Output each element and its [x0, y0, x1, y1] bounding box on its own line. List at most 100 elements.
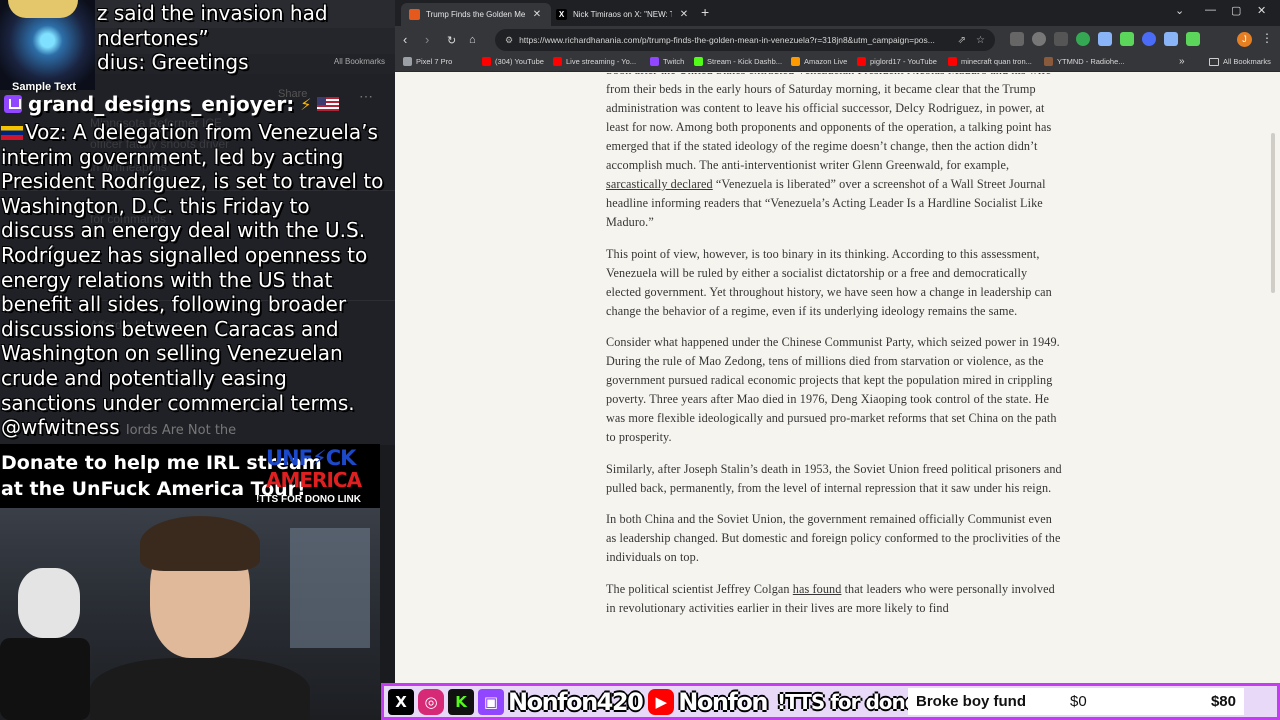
page-content: Soon after the United States extracted V…: [395, 73, 1280, 720]
maximize-icon[interactable]: ▢: [1231, 4, 1241, 17]
article-link[interactable]: sarcastically declared: [606, 177, 713, 191]
extensions-puzzle-icon[interactable]: [1164, 32, 1178, 46]
chat-line: energy relations with the US that: [1, 267, 333, 292]
bookmark-item[interactable]: Twitch: [650, 57, 684, 66]
webcam-window: [290, 528, 370, 648]
bookmark-label: piglord17 - YouTube: [870, 57, 937, 66]
tab-x-post[interactable]: X Nick Timiraos on X: "NEW: Trum ✕: [548, 3, 698, 26]
page-scrollbar[interactable]: [1271, 133, 1275, 293]
amazon-icon: [791, 57, 800, 66]
x-icon: X: [388, 688, 414, 715]
socials-row: X ◎ K ▣ Nonfon420 ▶ Nonfon !TTS for dono…: [384, 686, 962, 717]
toolbar: ‹ › ↻ ⌂ ⚙ https://www.richardhanania.com…: [395, 26, 1280, 54]
tab-search-icon[interactable]: ⌄: [1175, 4, 1184, 17]
chat-message-body: Voz: A delegation from Venezuela’s inter…: [1, 120, 393, 444]
kick-icon: K: [448, 688, 474, 715]
bookmark-item[interactable]: piglord17 - YouTube: [857, 57, 937, 66]
ghost-more-icon: ⋯: [359, 88, 373, 104]
menu-icon[interactable]: ⋮: [1261, 31, 1273, 45]
goal-label: Broke boy fund: [916, 693, 1027, 710]
article-paragraph: Soon after the United States extracted V…: [606, 73, 1064, 232]
back-icon[interactable]: ‹: [403, 32, 407, 47]
stream-overlay: All Bookmarks Share ⋯ Minnesota Reformer…: [0, 0, 395, 720]
bookmark-item[interactable]: (304) YouTube: [482, 57, 544, 66]
bookmark-label: minecraft quan tron...: [961, 57, 1032, 66]
profile-avatar[interactable]: J: [1237, 32, 1252, 47]
browser-window: Trump Finds the Golden Mean ✕ X Nick Tim…: [395, 0, 1280, 720]
avatar-hair: [8, 0, 78, 18]
unfuck-america-logo: UNF⚡CK AMERICA: [266, 446, 378, 492]
extension-icon[interactable]: [1032, 32, 1046, 46]
phone-icon: [403, 57, 412, 66]
extension-icon[interactable]: [1054, 32, 1068, 46]
twitch-icon: [4, 95, 22, 113]
chat-previous-messages: z said the invasion had ndertones” dius:…: [97, 1, 393, 75]
extension-icon[interactable]: [1098, 32, 1112, 46]
bookmark-label: Amazon Live: [804, 57, 848, 66]
all-bookmarks-button[interactable]: All Bookmarks: [1209, 57, 1271, 66]
youtube-icon: ▶: [648, 688, 675, 715]
grammarly-icon[interactable]: [1076, 32, 1090, 46]
new-tab-button[interactable]: +: [701, 4, 709, 20]
extension-icon[interactable]: [1010, 32, 1024, 46]
reload-icon[interactable]: ↻: [447, 34, 456, 47]
tab-article[interactable]: Trump Finds the Golden Mean ✕: [401, 3, 551, 26]
bookmark-item[interactable]: Stream - Kick Dashb...: [694, 57, 782, 66]
twitch-icon: [650, 57, 659, 66]
close-window-icon[interactable]: ✕: [1257, 4, 1266, 17]
chat-line: interim government, led by acting: [1, 144, 344, 169]
site-info-icon[interactable]: ⚙: [505, 35, 513, 46]
tab-title: Nick Timiraos on X: "NEW: Trum: [573, 10, 672, 19]
chat-line: crude and potentially easing: [1, 365, 287, 390]
paragraph-text: The political scientist Jeffrey Colgan: [606, 581, 793, 596]
close-icon[interactable]: ✕: [678, 9, 690, 20]
youtube-icon: [948, 57, 957, 66]
goal-target: $80: [1210, 693, 1236, 710]
tab-title: Trump Finds the Golden Mean: [426, 10, 525, 19]
bookmarks-overflow-icon[interactable]: »: [1179, 56, 1185, 67]
bookmark-item[interactable]: Live streaming - Yo...: [553, 57, 636, 66]
lab-icon[interactable]: [1186, 32, 1200, 46]
minimize-icon[interactable]: —: [1205, 4, 1216, 16]
extension-icon[interactable]: [1142, 32, 1156, 46]
bookmark-item[interactable]: YTMND - Radiohe...: [1044, 57, 1125, 66]
goal-current: $0: [1070, 693, 1087, 710]
close-icon[interactable]: ✕: [531, 9, 543, 20]
address-bar[interactable]: ⚙ https://www.richardhanania.com/p/trump…: [495, 29, 995, 51]
chat-message-header: grand_designs_enjoyer: ⚡: [4, 91, 340, 117]
webcam-feed: [0, 508, 380, 720]
share-icon[interactable]: ⇗: [958, 35, 966, 46]
forward-icon[interactable]: ›: [425, 32, 429, 47]
chat-line: President Rodríguez, is set to travel to: [1, 169, 384, 194]
paragraph-text: Soon after the United States extracted V…: [606, 73, 1052, 172]
bookmark-item[interactable]: Amazon Live: [791, 57, 847, 66]
url-actions: ⇗ ☆: [958, 35, 985, 46]
venezuela-flag-icon: [1, 126, 23, 140]
vtuber-avatar: [0, 0, 95, 90]
bookmark-item[interactable]: Pixel 7 Pro: [403, 57, 452, 66]
webcam-microphone: [0, 638, 90, 720]
chat-line: Washington, D.C. this Friday to: [1, 193, 310, 218]
url-text[interactable]: https://www.richardhanania.com/p/trump-f…: [519, 35, 952, 45]
chat-line: discussions between Caracas and: [1, 316, 339, 341]
bookmarks-bar: Pixel 7 Pro (304) YouTube Live streaming…: [395, 54, 1280, 72]
x-icon: X: [556, 9, 567, 20]
bookmark-label: Pixel 7 Pro: [416, 57, 453, 66]
bookmark-item[interactable]: minecraft quan tron...: [948, 57, 1032, 66]
bookmark-label: Twitch: [663, 57, 685, 66]
promo-subtext: !TTS FOR DONO LINK: [256, 494, 361, 505]
home-icon[interactable]: ⌂: [469, 34, 476, 46]
youtube-icon: [482, 57, 491, 66]
article-paragraph: In both China and the Soviet Union, the …: [606, 512, 1061, 564]
extension-icon[interactable]: [1120, 32, 1134, 46]
chat-faded-text: lords Are Not the: [125, 423, 237, 439]
bookmark-label: (304) YouTube: [495, 57, 544, 66]
bookmark-star-icon[interactable]: ☆: [976, 35, 985, 46]
article-link[interactable]: has found: [793, 582, 842, 596]
instagram-icon: ◎: [418, 688, 444, 715]
chat-username: grand_designs_enjoyer:: [28, 92, 295, 116]
chat-line: benefit all sides, following broader: [1, 292, 347, 317]
chat-line: discuss an energy deal with the U.S.: [1, 218, 366, 243]
youtube-icon: [857, 57, 866, 66]
social-handle: Nonfon420: [508, 687, 644, 716]
